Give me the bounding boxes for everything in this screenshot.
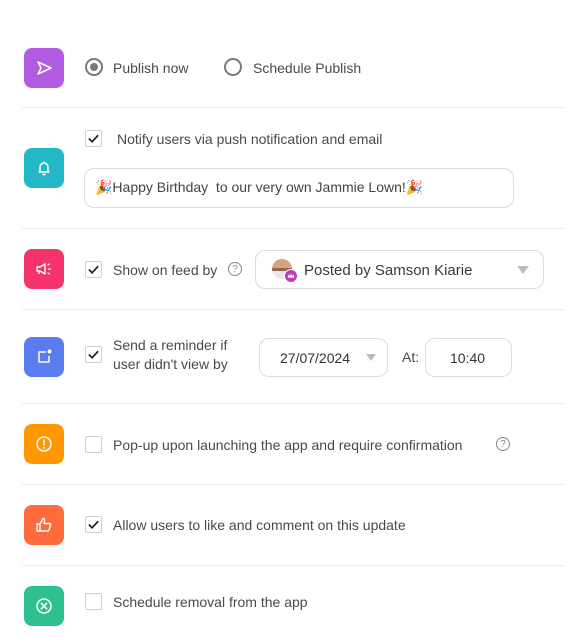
schedule-publish-radio[interactable]: [224, 58, 242, 76]
help-icon[interactable]: ?: [496, 437, 510, 451]
notify-checkbox[interactable]: [85, 130, 102, 147]
feed-checkbox[interactable]: [85, 261, 102, 278]
notification-message-input[interactable]: 🎉Happy Birthday to our very own Jammie L…: [84, 168, 514, 208]
poster-select[interactable]: Posted by Samson Kiarie: [255, 250, 544, 289]
checkmark-icon: [88, 265, 99, 274]
bell-icon: [38, 161, 50, 176]
help-icon[interactable]: ?: [228, 262, 242, 276]
popup-checkbox[interactable]: [85, 436, 102, 453]
checkmark-icon: [88, 350, 99, 359]
notification-dot-icon: [38, 349, 52, 363]
divider: [22, 228, 564, 229]
thumbs-up-icon: [36, 517, 52, 532]
removal-checkbox[interactable]: [85, 593, 102, 610]
reminder-label-line1: Send a reminder if: [113, 337, 228, 353]
reminder-date: 27/07/2024: [280, 350, 351, 366]
popup-label: Pop-up upon launching the app and requir…: [113, 437, 463, 453]
publish-now-label[interactable]: Publish now: [113, 60, 189, 76]
checkmark-icon: [88, 134, 99, 143]
crown-badge-icon: [284, 269, 298, 283]
likes-label: Allow users to like and comment on this …: [113, 517, 406, 533]
reminder-tile: [24, 337, 64, 377]
reminder-time: 10:40: [450, 350, 486, 366]
likes-tile: [24, 505, 64, 545]
divider: [22, 107, 564, 108]
removal-tile: [24, 586, 64, 626]
notification-message-text: 🎉Happy Birthday to our very own Jammie L…: [95, 179, 424, 195]
reminder-label-line2: user didn't view by: [113, 356, 228, 372]
publish-now-radio[interactable]: [85, 58, 103, 76]
divider: [22, 484, 564, 485]
divider: [22, 309, 564, 310]
notify-label: Notify users via push notification and e…: [117, 131, 383, 147]
send-icon: [37, 61, 52, 75]
chevron-down-icon: [366, 354, 376, 361]
reminder-date-select[interactable]: 27/07/2024: [259, 338, 388, 377]
divider: [22, 403, 564, 404]
popup-tile: [24, 424, 64, 464]
publish-tile: [24, 48, 64, 88]
notify-tile: [24, 148, 64, 188]
likes-checkbox[interactable]: [85, 516, 102, 533]
removal-label: Schedule removal from the app: [113, 594, 308, 610]
close-circle-icon: [36, 598, 52, 614]
reminder-checkbox[interactable]: [85, 346, 102, 363]
reminder-time-input[interactable]: 10:40: [425, 338, 512, 377]
at-label: At:: [402, 349, 420, 365]
divider: [22, 565, 564, 566]
schedule-publish-label[interactable]: Schedule Publish: [253, 60, 361, 76]
feed-label: Show on feed by: [113, 262, 218, 278]
megaphone-icon: [36, 263, 52, 275]
poster-name: Posted by Samson Kiarie: [304, 262, 473, 279]
feed-tile: [24, 249, 64, 289]
chevron-down-icon: [517, 266, 529, 274]
alert-circle-icon: [36, 436, 52, 452]
checkmark-icon: [88, 520, 99, 529]
